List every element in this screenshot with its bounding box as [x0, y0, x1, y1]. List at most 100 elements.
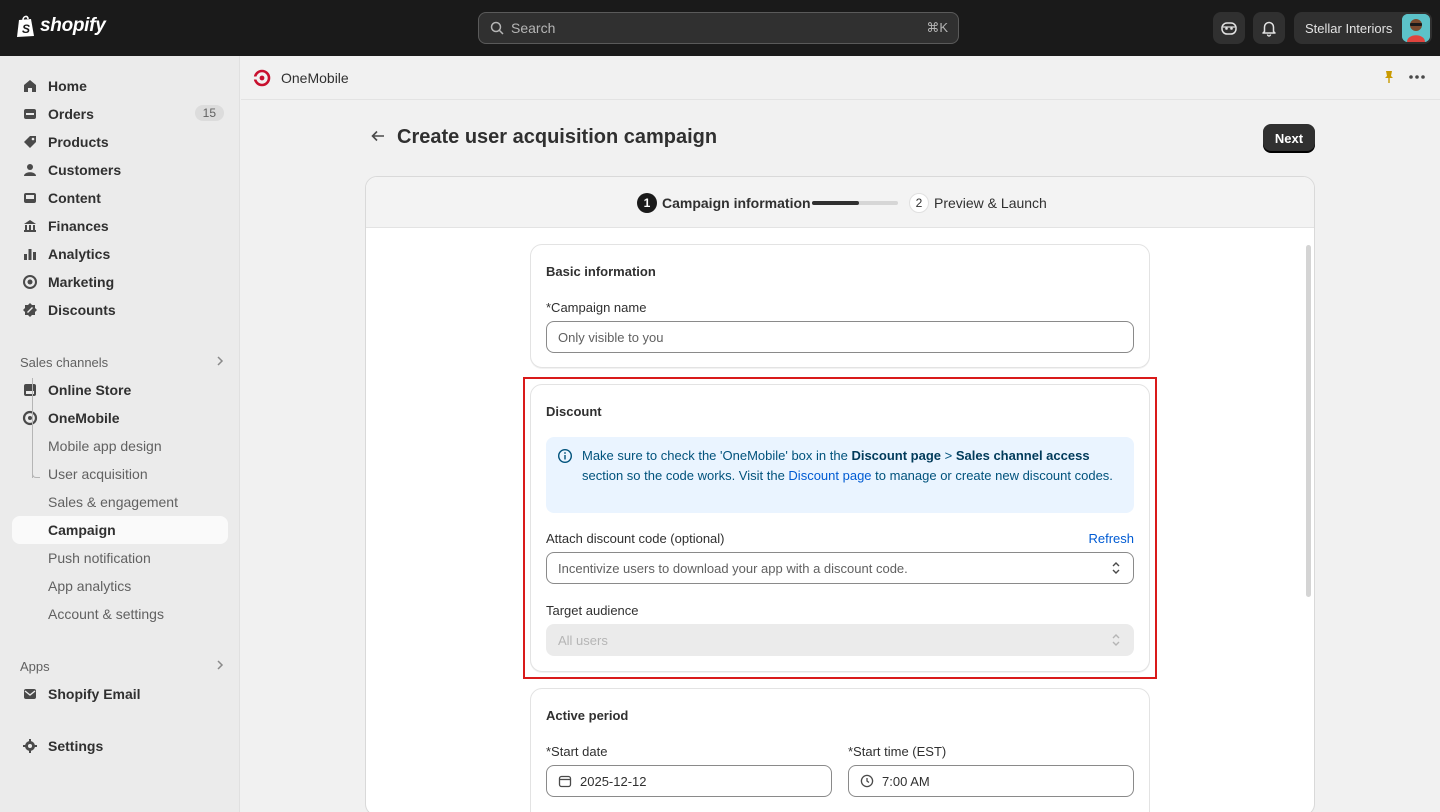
store-name: Stellar Interiors — [1305, 20, 1393, 36]
content-icon — [20, 188, 40, 208]
campaign-name-label: *Campaign name — [546, 300, 647, 315]
sidebar-item-label: Shopify Email — [48, 686, 141, 702]
page-title: Create user acquisition campaign — [397, 126, 718, 148]
sidebar-item-label: Content — [48, 190, 101, 206]
start-date-label: *Start date — [546, 744, 608, 759]
sidekick-icon — [1221, 22, 1237, 35]
sidebar-item-finances[interactable]: Finances — [12, 212, 228, 240]
sidebar-item-settings[interactable]: Settings — [12, 732, 228, 760]
sidebar-subitem-campaign[interactable]: Campaign — [12, 516, 228, 544]
bar-chart-icon — [20, 244, 40, 264]
sidebar-item-orders[interactable]: Orders 15 — [12, 100, 228, 128]
svg-text:S: S — [22, 22, 30, 36]
input-value: 2025-12-12 — [580, 773, 647, 789]
avatar — [1402, 14, 1430, 42]
bank-icon — [20, 216, 40, 236]
tag-icon — [20, 132, 40, 152]
brand-name: shopify — [40, 15, 106, 36]
home-icon — [20, 76, 40, 96]
sidebar-item-label: OneMobile — [48, 410, 120, 426]
email-icon — [20, 684, 40, 704]
onemobile-logo-icon — [253, 69, 271, 86]
start-time-input[interactable]: 7:00 AM — [848, 765, 1134, 797]
sidebar-item-label: Products — [48, 134, 109, 150]
sidebar-item-home[interactable]: Home — [12, 72, 228, 100]
next-button[interactable]: Next — [1263, 124, 1315, 152]
highlight-box — [523, 377, 1157, 679]
sidebar-item-online-store[interactable]: Online Store — [12, 376, 228, 404]
start-time-label: *Start time (EST) — [848, 744, 947, 759]
sales-channels-heading[interactable]: Sales channels — [20, 352, 226, 372]
orders-count-badge: 15 — [194, 105, 224, 121]
sidebar-item-discounts[interactable]: Discounts — [12, 296, 228, 324]
sidebar-subitem-push-notification[interactable]: Push notification — [12, 544, 228, 572]
sidebar-item-onemobile[interactable]: OneMobile — [12, 404, 228, 432]
card-title: Basic information — [546, 264, 656, 279]
app-header: OneMobile — [241, 56, 1440, 100]
sidebar-subitem-user-acquisition[interactable]: User acquisition — [12, 460, 228, 488]
sidebar-subitem-sales-engagement[interactable]: Sales & engagement — [12, 488, 228, 516]
back-arrow-icon[interactable] — [370, 128, 386, 147]
person-icon — [20, 160, 40, 180]
input-placeholder: Only visible to you — [558, 329, 664, 345]
stepper: 1 Campaign information 2 Preview & Launc… — [366, 177, 1314, 228]
orders-icon — [20, 104, 40, 124]
search-placeholder: Search — [511, 20, 556, 36]
sidebar-subitem-account-settings[interactable]: Account & settings — [12, 600, 228, 628]
store-menu-button[interactable]: Stellar Interiors — [1294, 12, 1432, 44]
app-name: OneMobile — [281, 69, 349, 86]
section-label: Apps — [20, 658, 50, 674]
input-value: 7:00 AM — [882, 773, 930, 789]
sidebar-item-label: Marketing — [48, 274, 115, 290]
sidebar-item-label: Analytics — [48, 246, 111, 262]
sidebar-item-content[interactable]: Content — [12, 184, 228, 212]
search-icon — [489, 20, 505, 36]
target-icon — [20, 272, 40, 292]
start-date-input[interactable]: 2025-12-12 — [546, 765, 832, 797]
active-period-card: Active period *Start date *Start time (E… — [530, 688, 1150, 812]
sidebar-item-customers[interactable]: Customers — [12, 156, 228, 184]
clock-icon — [860, 774, 874, 788]
sidebar-item-products[interactable]: Products — [12, 128, 228, 156]
sidebar-item-label: Orders — [48, 106, 94, 122]
sidebar-item-marketing[interactable]: Marketing — [12, 268, 228, 296]
sidebar-item-label: Home — [48, 78, 87, 94]
calendar-icon — [558, 774, 572, 788]
shopify-bag-icon: S — [17, 15, 34, 37]
bell-icon — [1262, 21, 1276, 37]
step-number: 1 — [637, 193, 657, 213]
sidebar-subitem-mobile-app-design[interactable]: Mobile app design — [12, 432, 228, 460]
apps-heading[interactable]: Apps — [20, 656, 226, 676]
onemobile-icon — [20, 408, 40, 428]
pin-icon[interactable] — [1382, 70, 1396, 87]
top-bar: S shopify Search ⌘K Stellar Interiors — [0, 0, 1440, 56]
sidebar-subitem-app-analytics[interactable]: App analytics — [12, 572, 228, 600]
search-shortcut: ⌘K — [926, 20, 948, 35]
step-progress-fill — [812, 201, 860, 205]
sidebar-item-label: Settings — [48, 738, 104, 754]
search-input[interactable]: Search ⌘K — [478, 12, 959, 44]
section-label: Sales channels — [20, 354, 109, 370]
basic-information-card: Basic information *Campaign name Only vi… — [530, 244, 1150, 368]
sidebar-item-analytics[interactable]: Analytics — [12, 240, 228, 268]
step-number: 2 — [909, 193, 929, 213]
step-label: Preview & Launch — [934, 195, 1047, 211]
chevron-right-icon — [214, 355, 226, 370]
page-header: Create user acquisition campaign — [366, 124, 1315, 154]
card-title: Active period — [546, 708, 629, 723]
shopify-logo[interactable]: S shopify — [16, 14, 106, 38]
step-campaign-information[interactable]: 1 Campaign information — [637, 193, 811, 213]
sidebar-item-label: Discounts — [48, 302, 116, 318]
scrollbar[interactable] — [1306, 245, 1311, 597]
sidebar-item-label: Finances — [48, 218, 109, 234]
step-preview-launch[interactable]: 2 Preview & Launch — [909, 193, 1047, 213]
store-icon — [20, 380, 40, 400]
gear-icon — [20, 736, 40, 756]
step-label: Campaign information — [662, 195, 811, 211]
sidebar-item-shopify-email[interactable]: Shopify Email — [12, 680, 228, 708]
campaign-name-input[interactable]: Only visible to you — [546, 321, 1134, 353]
more-actions-icon[interactable] — [1408, 70, 1426, 87]
sidekick-button[interactable] — [1213, 12, 1245, 44]
discount-icon — [20, 300, 40, 320]
notifications-button[interactable] — [1253, 12, 1285, 44]
